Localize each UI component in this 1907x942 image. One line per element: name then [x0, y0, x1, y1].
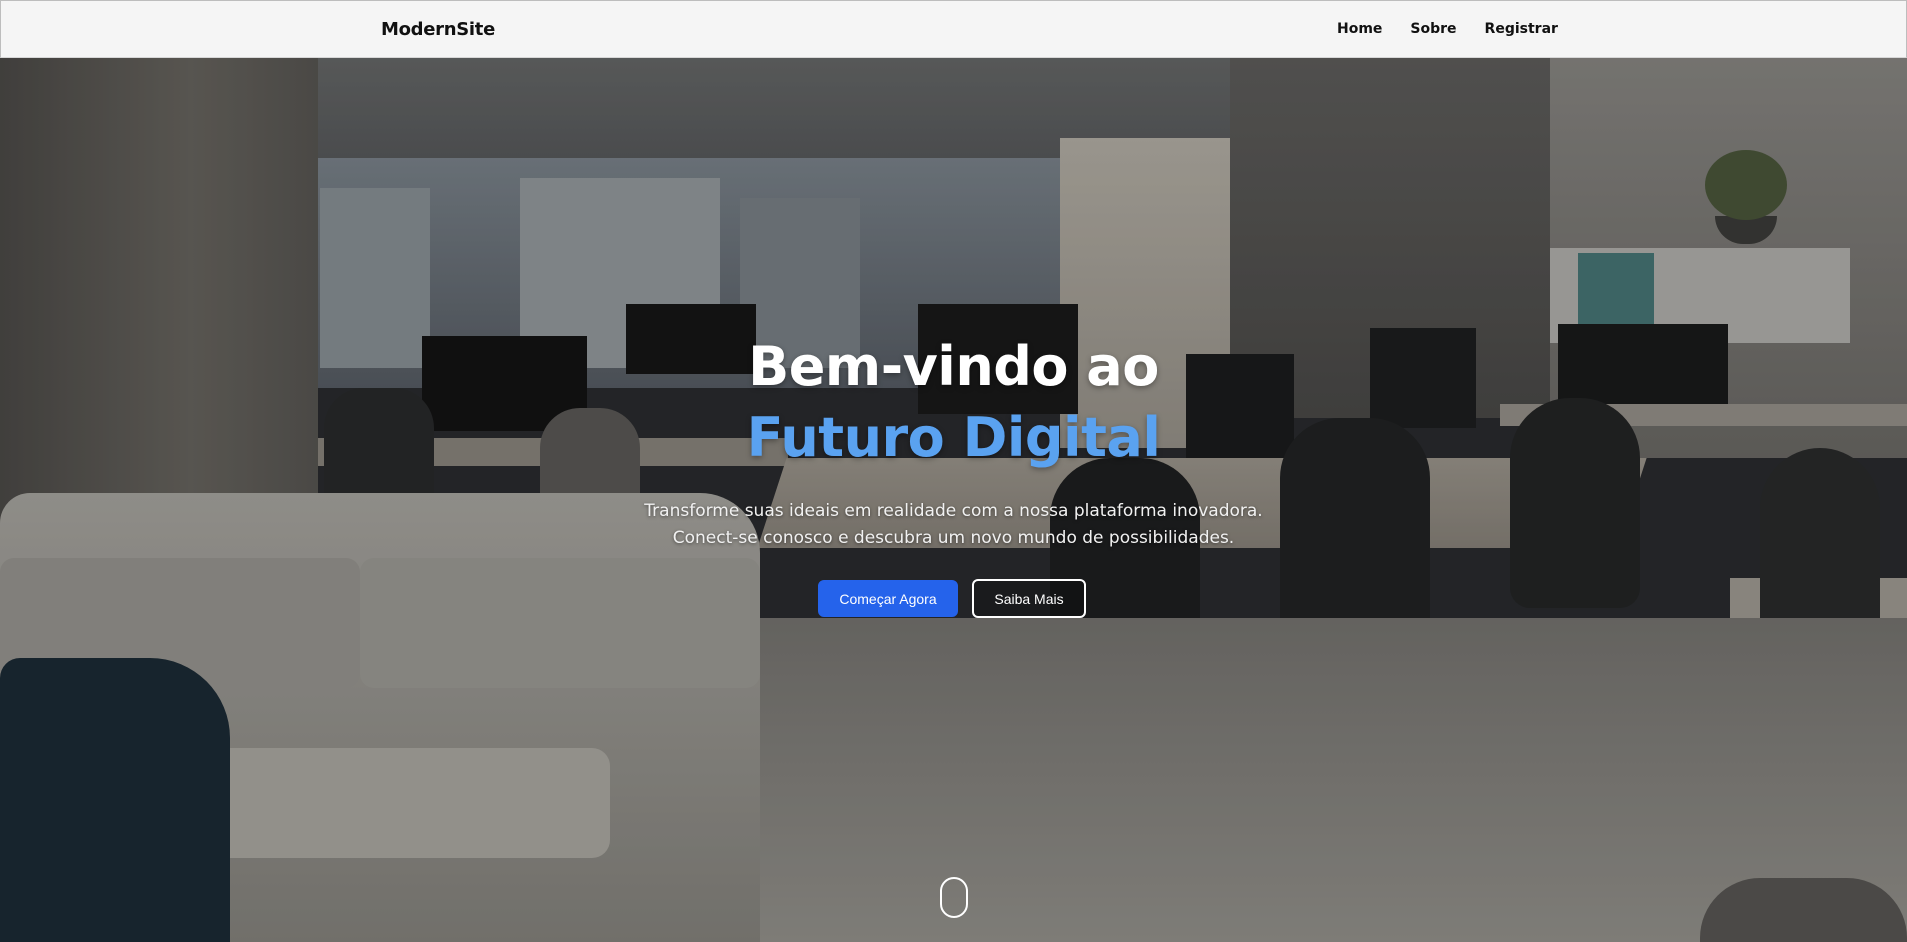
- page: ModernSite Home Sobre Registrar Bem-vind…: [0, 0, 1907, 942]
- navbar: ModernSite Home Sobre Registrar: [0, 0, 1907, 58]
- nav-link-registrar[interactable]: Registrar: [1485, 21, 1558, 37]
- comecar-agora-button[interactable]: Começar Agora: [818, 580, 958, 617]
- nav-link-sobre[interactable]: Sobre: [1410, 21, 1456, 37]
- hero-subtitle-line-2: Conect-se conosco e descubra um novo mun…: [672, 528, 1235, 548]
- brand-logo[interactable]: ModernSite: [381, 19, 495, 40]
- hero-headline-highlight: Futuro Digital: [746, 406, 1161, 469]
- nav-links: Home Sobre Registrar: [1337, 21, 1586, 37]
- mouse-scroll-icon[interactable]: [940, 877, 968, 918]
- hero-section: Bem-vindo ao Futuro Digital Transforme s…: [0, 58, 1907, 942]
- hero-subtitle-line-1: Transforme suas ideais em realidade com …: [644, 501, 1263, 521]
- nav-link-home[interactable]: Home: [1337, 21, 1382, 37]
- hero-headline: Bem-vindo ao: [748, 335, 1159, 398]
- hero-buttons: Começar Agora Saiba Mais: [818, 579, 1086, 618]
- saiba-mais-button[interactable]: Saiba Mais: [972, 579, 1086, 618]
- hero-subtitle: Transforme suas ideais em realidade com …: [0, 498, 1907, 552]
